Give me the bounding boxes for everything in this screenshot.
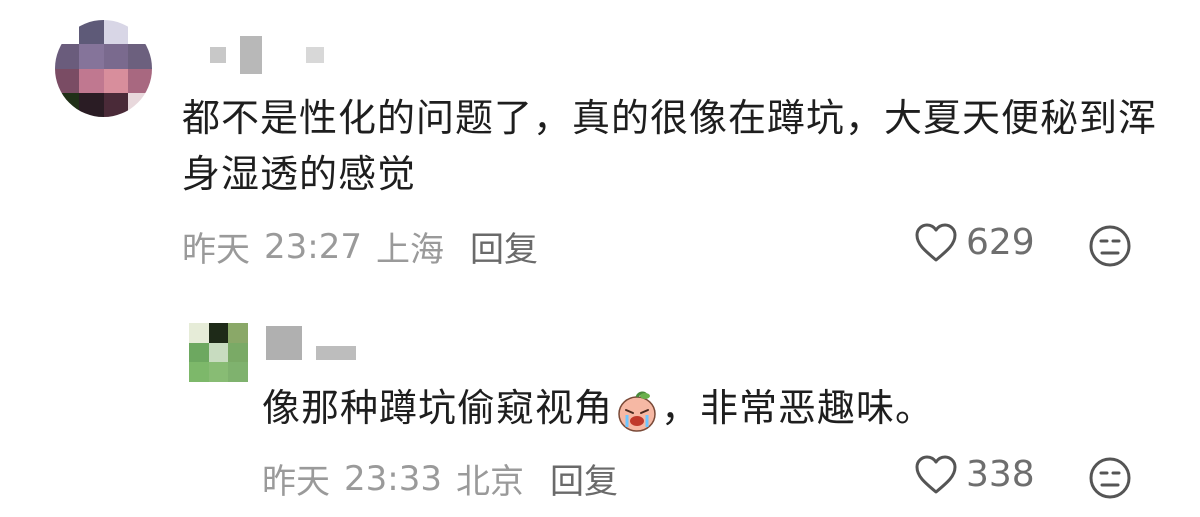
- dislike-button[interactable]: [1088, 224, 1132, 272]
- username[interactable]: [266, 326, 356, 360]
- avatar[interactable]: [55, 20, 152, 117]
- heart-outline-icon: [915, 223, 957, 261]
- comment-time: 23:33: [344, 458, 442, 499]
- like-button[interactable]: 338: [914, 454, 1035, 495]
- like-count: 338: [966, 454, 1035, 495]
- comment-date: 昨天: [182, 230, 250, 270]
- comment-meta: 昨天 23:27 上海 回复: [182, 222, 538, 271]
- comment-time: 23:27: [264, 226, 362, 267]
- crying-peach-emoji: [618, 390, 656, 432]
- reply-button[interactable]: 回复: [550, 454, 618, 503]
- username[interactable]: [210, 36, 324, 74]
- comment-date: 昨天: [262, 462, 330, 502]
- comment-text: 像那种蹲坑偷窥视角 ，非常恶趣味。: [262, 380, 1162, 436]
- avatar-image: [189, 323, 248, 382]
- comment-text-before: 像那种蹲坑偷窥视角: [262, 386, 614, 430]
- dislike-button[interactable]: [1088, 456, 1132, 504]
- reply-button[interactable]: 回复: [470, 222, 538, 271]
- comment-text-after: ，非常恶趣味。: [661, 386, 935, 430]
- comment-location: 北京: [455, 462, 524, 502]
- comment-text: 都不是性化的问题了，真的很像在蹲坑，大夏天便秘到浑身湿透的感觉: [182, 96, 1158, 196]
- frown-face-icon: [1089, 457, 1131, 499]
- comment-location: 上海: [375, 230, 444, 270]
- avatar-image: [55, 20, 152, 117]
- comment-meta: 昨天 23:33 北京 回复: [262, 454, 618, 503]
- like-count: 629: [966, 222, 1035, 263]
- heart-outline-icon: [915, 455, 957, 493]
- avatar[interactable]: [189, 323, 248, 382]
- frown-face-icon: [1089, 225, 1131, 267]
- like-button[interactable]: 629: [914, 222, 1035, 263]
